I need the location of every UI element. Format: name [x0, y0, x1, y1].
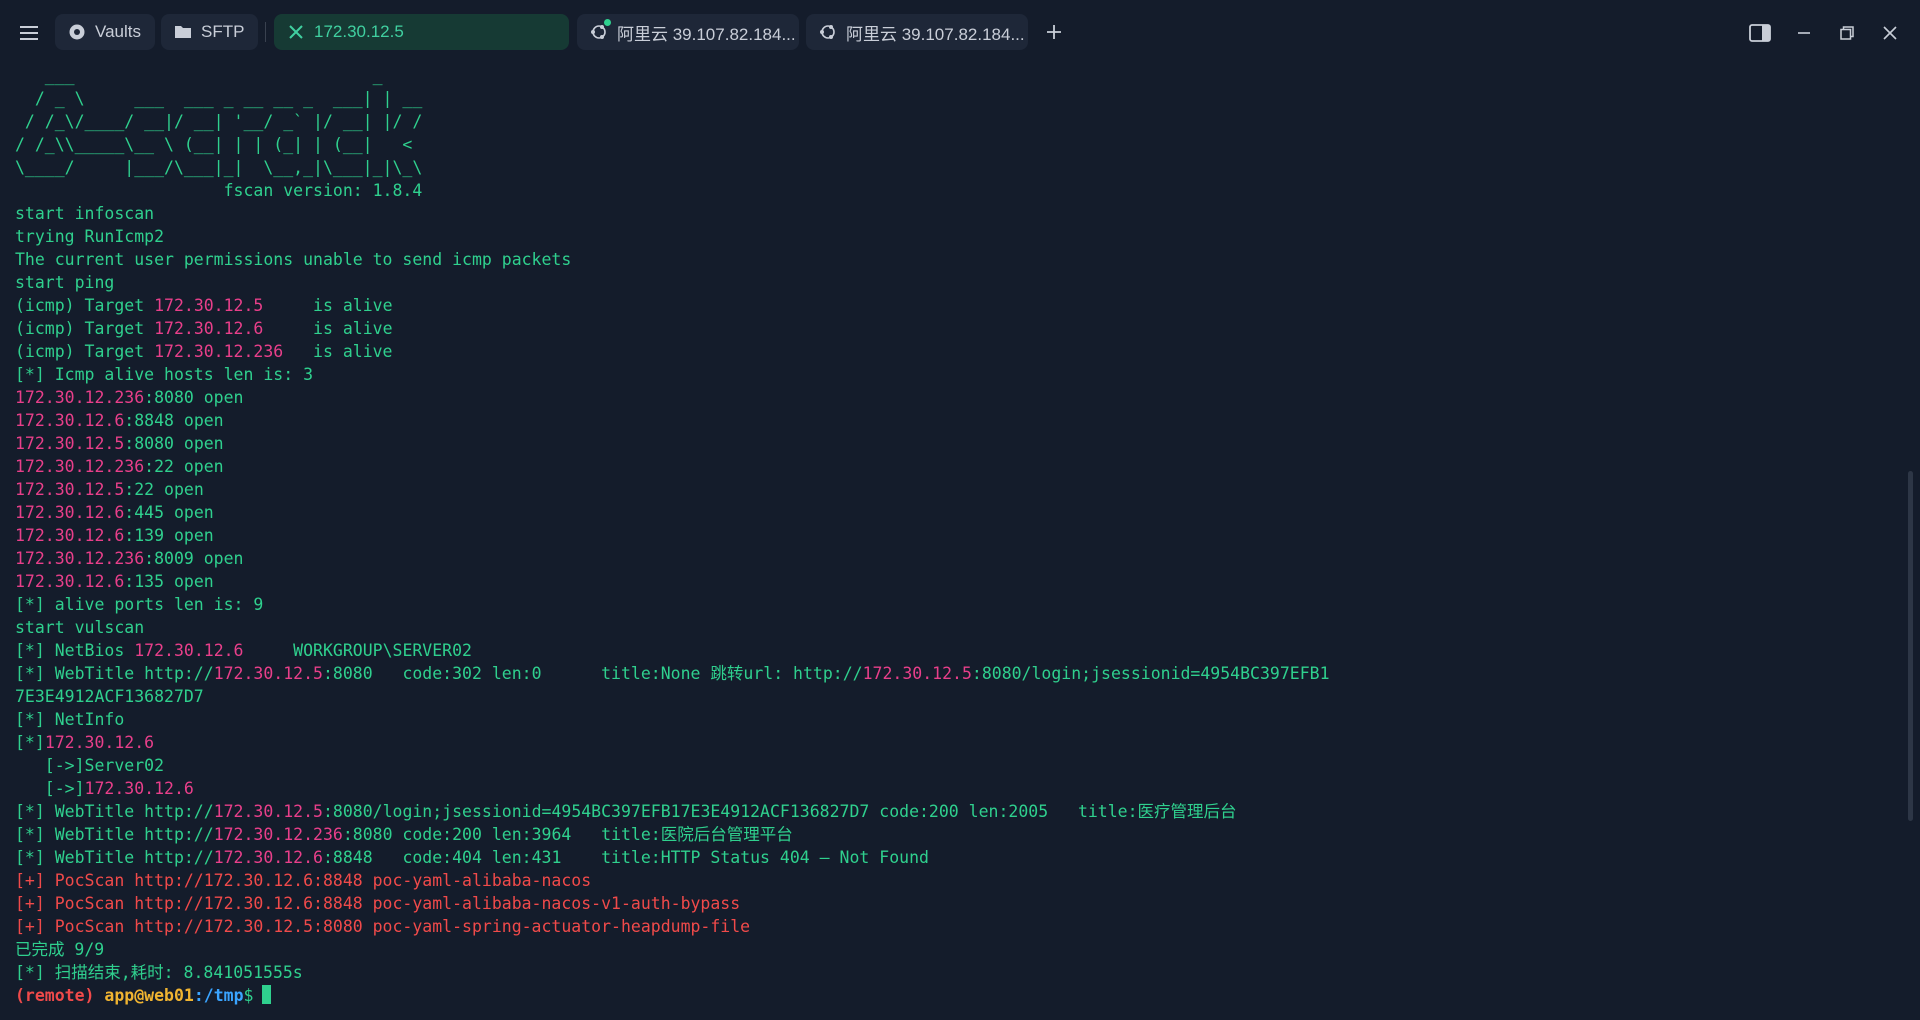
netinfo-server-line: [->]Server02 — [15, 756, 165, 775]
port-line: 172.30.12.6:8848 open — [15, 411, 224, 430]
banner-line: \____/ |___/\___|_| \__,_|\___|_|\_\ — [15, 158, 423, 177]
prompt-dollar: $ — [243, 986, 254, 1005]
port-line: 172.30.12.236:22 open — [15, 457, 224, 476]
restore-icon[interactable] — [1832, 18, 1862, 48]
port-line: 172.30.12.6:445 open — [15, 503, 214, 522]
menu-icon[interactable] — [14, 18, 44, 48]
port-line: 172.30.12.236:8009 open — [15, 549, 244, 568]
netbios-line: [*] NetBios 172.30.12.6 WORKGROUP\SERVER… — [15, 641, 472, 660]
webtitle-line: [*] WebTitle http://172.30.12.5:8080 cod… — [15, 664, 1330, 683]
prompt-path: :/tmp — [193, 986, 244, 1005]
info-line: start infoscan — [15, 204, 155, 223]
text-cursor — [262, 985, 272, 1004]
tab-label: 阿里云 39.107.82.184... — [846, 24, 1025, 44]
scrollbar-thumb[interactable] — [1908, 471, 1913, 821]
port-line: 172.30.12.6:135 open — [15, 572, 214, 591]
port-line: 172.30.12.236:8080 open — [15, 388, 244, 407]
tab-separator — [265, 22, 266, 42]
netinfo-line: [*] NetInfo — [15, 710, 125, 729]
tab-aliyun-2[interactable]: 阿里云 39.107.82.184... — [806, 14, 1028, 50]
ubuntu-icon — [816, 20, 840, 44]
info-line: start ping — [15, 273, 115, 292]
tab-label: Vaults — [95, 22, 141, 41]
prompt-user: app@web01 — [104, 986, 194, 1005]
banner-line: ___ _ — [15, 66, 383, 85]
title-bar: Vaults SFTP 172.30.12.5 阿里云 39.107.82.18… — [0, 0, 1920, 64]
pocscan-line: [+] PocScan http://172.30.12.6:8848 poc-… — [15, 894, 741, 913]
port-line: 172.30.12.5:8080 open — [15, 434, 224, 453]
tab-aliyun-1[interactable]: 阿里云 39.107.82.184... — [577, 14, 799, 50]
ping-result: (icmp) Target 172.30.12.6 is alive — [15, 319, 393, 338]
folder-icon — [171, 20, 195, 44]
port-line: 172.30.12.6:139 open — [15, 526, 214, 545]
info-line: trying RunIcmp2 — [15, 227, 165, 246]
tab-label: 阿里云 39.107.82.184... — [617, 24, 796, 44]
minimize-icon[interactable] — [1789, 18, 1819, 48]
ping-result: (icmp) Target 172.30.12.5 is alive — [15, 296, 393, 315]
webtitle-line: [*] WebTitle http://172.30.12.5:8080/log… — [15, 802, 1237, 821]
alive-ports-line: [*] alive ports len is: 9 — [15, 595, 264, 614]
close-window-icon[interactable] — [1875, 18, 1905, 48]
tab-vaults[interactable]: Vaults — [55, 14, 155, 50]
terminal-output[interactable]: ___ _ / _ \ ___ ___ _ __ __ _ ___| | __ … — [0, 64, 1906, 1020]
shell-prompt[interactable]: (remote) app@web01:/tmp$ — [15, 984, 272, 1007]
tab-label: SFTP — [201, 22, 245, 41]
ubuntu-icon — [587, 19, 611, 44]
sidebar-toggle-icon[interactable] — [1745, 18, 1775, 48]
banner-line: / /_\/____/ __|/ __| '__/ _` |/ __| |/ / — [15, 112, 423, 131]
ping-result: (icmp) Target 172.30.12.236 is alive — [15, 342, 393, 361]
tab-label: 172.30.12.5 — [314, 22, 404, 41]
close-icon[interactable] — [284, 20, 308, 44]
pocscan-line: [+] PocScan http://172.30.12.6:8848 poc-… — [15, 871, 592, 890]
webtitle-wrap-line: 7E3E4912ACF136827D7 — [15, 687, 204, 706]
plus-icon[interactable] — [1040, 18, 1068, 46]
vault-icon — [65, 20, 89, 44]
port-line: 172.30.12.5:22 open — [15, 480, 204, 499]
banner-version: fscan version: 1.8.4 — [15, 181, 423, 200]
netinfo-ip-line: [*]172.30.12.6 — [15, 733, 155, 752]
banner-line: / _ \ ___ ___ _ __ __ _ ___| | __ — [15, 89, 423, 108]
prompt-remote: (remote) — [15, 986, 95, 1005]
webtitle-line: [*] WebTitle http://172.30.12.6:8848 cod… — [15, 848, 929, 867]
banner-line: / /_\\_____\__ \ (__| | | (_| | (__| < — [15, 135, 413, 154]
webtitle-line: [*] WebTitle http://172.30.12.236:8080 c… — [15, 825, 793, 844]
tab-sftp[interactable]: SFTP — [161, 14, 258, 50]
finished-line: [*] 扫描结束,耗时: 8.841051555s — [15, 963, 303, 982]
status-dot — [604, 19, 611, 26]
netinfo-arrow-ip-line: [->]172.30.12.6 — [15, 779, 194, 798]
start-vulscan-line: start vulscan — [15, 618, 145, 637]
alive-hosts-line: [*] Icmp alive hosts len is: 3 — [15, 365, 314, 384]
info-line: The current user permissions unable to s… — [15, 250, 572, 269]
done-line: 已完成 9/9 — [15, 940, 105, 959]
pocscan-line: [+] PocScan http://172.30.12.5:8080 poc-… — [15, 917, 751, 936]
tab-172-30-12-5[interactable]: 172.30.12.5 — [274, 14, 569, 50]
